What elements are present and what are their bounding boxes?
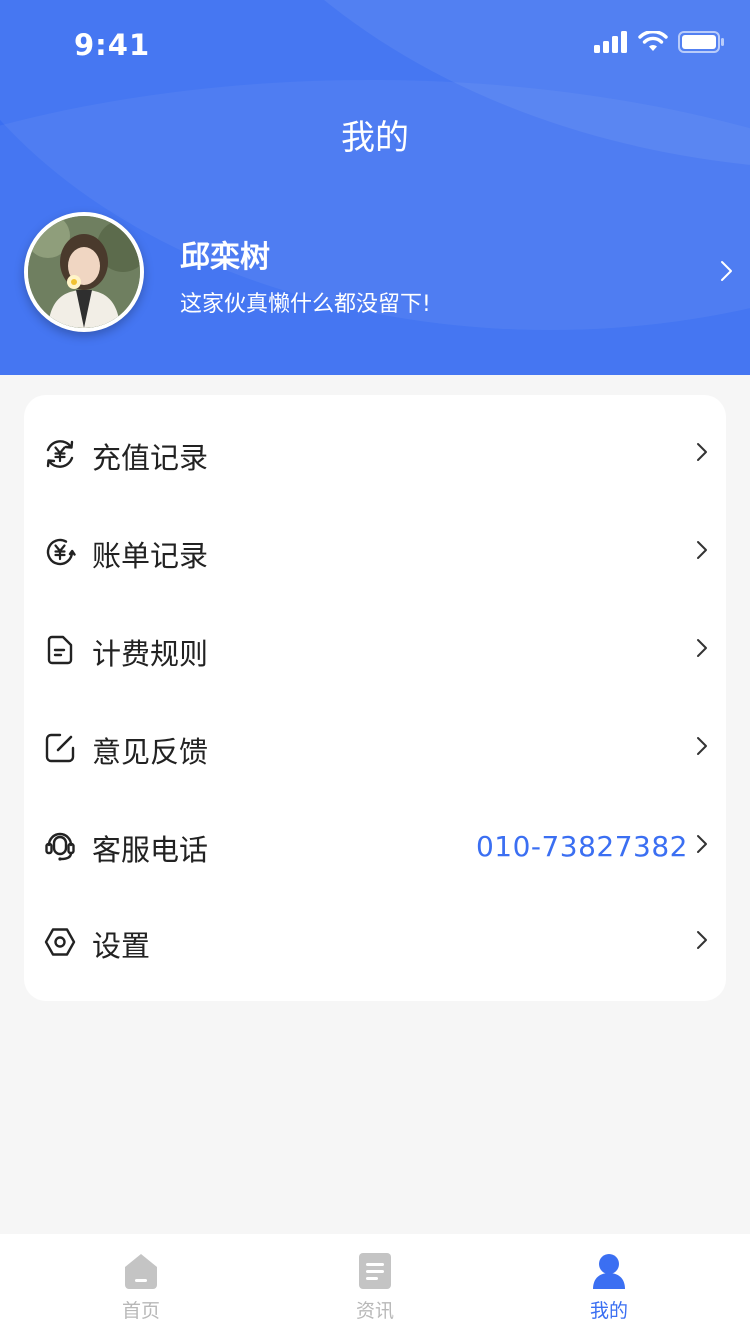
tab-label: 首页 — [121, 1300, 160, 1322]
document-icon — [47, 635, 73, 665]
bottom-tab-bar: 首页 资讯 我的 — [0, 1234, 750, 1334]
menu-item-bill-records[interactable]: 账单记录 — [24, 503, 726, 601]
tab-mine[interactable]: 我的 — [484, 1234, 734, 1334]
customer-service-phone[interactable]: 010-73827382 — [476, 830, 688, 863]
menu-item-label: 意见反馈 — [92, 735, 209, 769]
chevron-right-icon — [697, 639, 707, 657]
menu-item-billing-rules[interactable]: 计费规则 — [24, 601, 726, 699]
tab-news[interactable]: 资讯 — [250, 1234, 500, 1334]
chevron-right-icon — [697, 931, 707, 949]
chevron-right-icon — [697, 541, 707, 559]
user-icon — [593, 1254, 625, 1289]
chevron-right-icon — [697, 835, 707, 853]
profile-header: 9:41 我的 邱栾树 这家伙真懒什么都没留下! — [0, 0, 750, 375]
chevron-right-icon — [697, 443, 707, 461]
tab-home[interactable]: 首页 — [16, 1234, 266, 1334]
avatar[interactable] — [24, 212, 144, 332]
wifi-icon — [638, 31, 668, 51]
edit-feedback-icon — [45, 733, 75, 763]
avatar-image — [28, 216, 140, 328]
news-icon — [359, 1253, 391, 1289]
menu-item-label: 充值记录 — [92, 441, 209, 475]
signal-icon — [594, 31, 627, 53]
username: 邱栾树 — [180, 240, 270, 275]
settings-hexagon-icon — [44, 928, 76, 956]
menu-card: 充值记录 账单记录 计费规则 意见反馈 客服电话 010-73827382 设置 — [24, 395, 726, 1001]
chevron-right-icon — [697, 737, 707, 755]
menu-item-label: 设置 — [92, 929, 151, 963]
menu-item-feedback[interactable]: 意见反馈 — [24, 699, 726, 797]
user-bio: 这家伙真懒什么都没留下! — [180, 292, 431, 317]
page-title: 我的 — [341, 118, 409, 158]
menu-item-label: 客服电话 — [92, 833, 209, 867]
battery-icon — [678, 31, 724, 53]
bill-yuan-icon — [46, 538, 76, 566]
chevron-right-icon[interactable] — [720, 260, 734, 282]
recharge-yuan-icon — [46, 440, 74, 468]
status-time: 9:41 — [74, 28, 151, 62]
menu-item-label: 计费规则 — [92, 637, 209, 671]
menu-item-settings[interactable]: 设置 — [24, 893, 726, 991]
menu-item-recharge-records[interactable]: 充值记录 — [24, 405, 726, 503]
tab-label: 我的 — [589, 1300, 628, 1322]
status-icons — [594, 31, 724, 53]
status-bar: 9:41 — [0, 0, 750, 88]
headset-icon — [45, 832, 75, 861]
profile-card[interactable]: 邱栾树 这家伙真懒什么都没留下! — [24, 212, 734, 332]
menu-item-customer-service[interactable]: 客服电话 010-73827382 — [24, 797, 726, 895]
tab-label: 资讯 — [355, 1300, 394, 1322]
home-icon — [125, 1254, 157, 1289]
menu-item-label: 账单记录 — [92, 539, 209, 573]
